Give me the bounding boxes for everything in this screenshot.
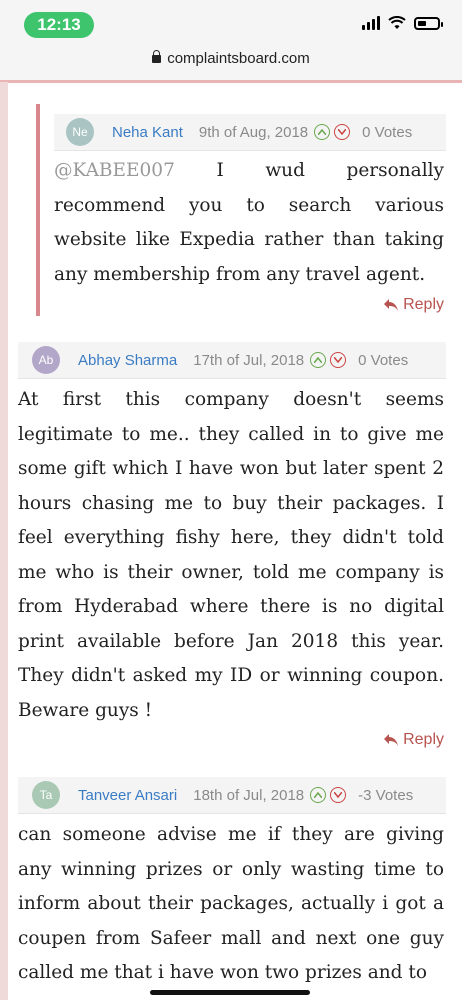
upvote-icon[interactable] <box>310 352 327 368</box>
upvote-icon[interactable] <box>314 124 331 140</box>
comment-body: can someone advise me if they are giving… <box>18 824 444 983</box>
home-indicator[interactable] <box>150 990 310 995</box>
comment-body: At first this company doesn't seems legi… <box>18 389 444 721</box>
vote-count: 0 Votes <box>362 123 413 141</box>
thread-line <box>0 82 8 1000</box>
reply-arrow-icon <box>384 734 399 746</box>
comment-body: @KABEE007 I wud personally recommend you… <box>54 154 444 292</box>
reply-button[interactable]: Reply <box>383 296 444 314</box>
downvote-icon[interactable] <box>330 787 347 803</box>
avatar: Ta <box>32 781 60 809</box>
downvote-icon[interactable] <box>334 124 351 140</box>
mention-link[interactable]: @KABEE007 <box>54 160 175 181</box>
comment-author[interactable]: Abhay Sharma <box>78 352 177 369</box>
wifi-icon <box>388 16 406 29</box>
reply-button[interactable]: Reply <box>383 731 444 749</box>
url-text: complaintsboard.com <box>167 50 310 67</box>
reply-label: Reply <box>403 296 444 313</box>
cellular-signal-icon <box>362 16 380 30</box>
status-time: 12:13 <box>24 12 94 38</box>
vote-count: -3 Votes <box>358 786 414 804</box>
browser-top-bar: 12:13 complaintsboard.com <box>0 0 462 83</box>
url-bar[interactable]: complaintsboard.com <box>0 50 462 67</box>
comment-date: 17th of Jul, 2018 <box>193 351 305 369</box>
battery-icon <box>414 16 443 30</box>
comment-author[interactable]: Tanveer Ansari <box>78 787 177 804</box>
downvote-icon[interactable] <box>330 352 347 368</box>
reply-label: Reply <box>403 731 444 748</box>
comment-header: Ab Abhay Sharma 17th of Jul, 2018 0 Vote… <box>18 342 446 379</box>
lock-icon <box>152 50 162 63</box>
comment-header: Ne Neha Kant 9th of Aug, 2018 0 Votes <box>54 114 446 151</box>
reply-arrow-icon <box>384 299 399 311</box>
upvote-icon[interactable] <box>310 787 327 803</box>
avatar: Ab <box>32 346 60 374</box>
comment-date: 9th of Aug, 2018 <box>198 123 309 141</box>
avatar: Ne <box>66 118 94 146</box>
vote-count: 0 Votes <box>358 351 409 369</box>
comment-author[interactable]: Neha Kant <box>112 124 183 141</box>
comment-date: 18th of Jul, 2018 <box>193 786 305 804</box>
status-icons <box>362 16 443 30</box>
comment-header: Ta Tanveer Ansari 18th of Jul, 2018 -3 V… <box>18 777 446 814</box>
